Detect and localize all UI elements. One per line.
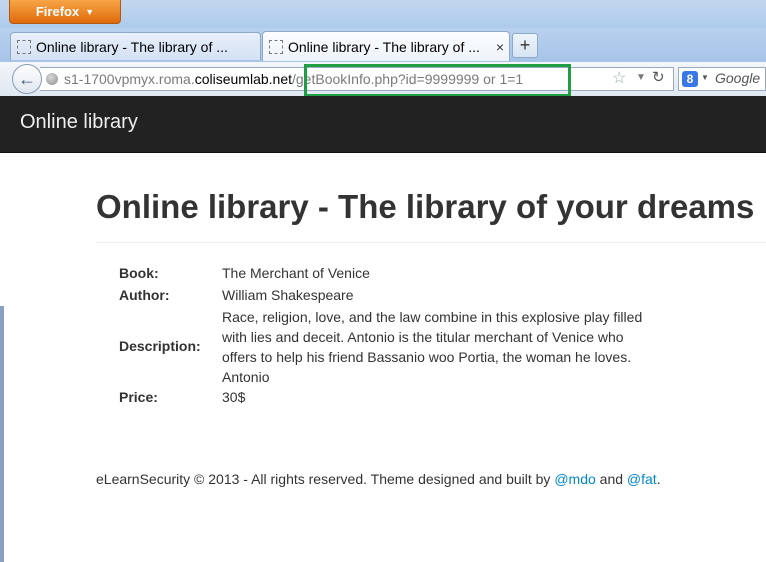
url-path-highlight bbox=[304, 64, 571, 97]
price-value: 30$ bbox=[222, 389, 246, 405]
mdo-link[interactable]: @mdo bbox=[554, 471, 595, 487]
tab-strip: Online library - The library of ... Onli… bbox=[0, 28, 766, 62]
book-value: The Merchant of Venice bbox=[222, 265, 370, 281]
search-engine-dropdown-icon[interactable]: ▼ bbox=[701, 73, 709, 82]
fat-link[interactable]: @fat bbox=[627, 471, 657, 487]
footer: eLearnSecurity © 2013 - All rights reser… bbox=[96, 471, 661, 487]
back-button[interactable]: ← bbox=[12, 64, 42, 94]
page-title: Online library - The library of your dre… bbox=[96, 188, 755, 225]
site-navbar: Online library bbox=[0, 96, 766, 153]
bookmark-star-icon[interactable]: ☆ bbox=[612, 68, 626, 88]
google-search-icon[interactable]: 8 bbox=[682, 71, 698, 87]
search-engine-placeholder: Google bbox=[715, 70, 761, 86]
globe-icon bbox=[46, 73, 58, 85]
search-bar[interactable]: 8 ▼ Google bbox=[678, 67, 766, 91]
tab-2[interactable]: Online library - The library of ... × bbox=[262, 31, 510, 61]
tab-1-title: Online library - The library of ... bbox=[36, 38, 228, 55]
new-tab-button[interactable]: + bbox=[512, 33, 538, 58]
reload-icon[interactable]: ↻ bbox=[652, 68, 665, 86]
firefox-menu-button[interactable]: Firefox ▼ bbox=[9, 0, 121, 24]
page-icon bbox=[269, 39, 283, 54]
footer-end: . bbox=[656, 471, 661, 487]
back-arrow-icon: ← bbox=[18, 68, 36, 89]
book-label: Book: bbox=[119, 265, 159, 281]
price-label: Price: bbox=[119, 389, 158, 405]
site-brand[interactable]: Online library bbox=[20, 111, 138, 134]
url-prefix: s1-1700vpmyx.roma. bbox=[64, 71, 195, 87]
window-edge bbox=[0, 306, 4, 562]
footer-and: and bbox=[595, 471, 627, 487]
description-value: Race, religion, love, and the law combin… bbox=[222, 309, 643, 385]
close-tab-icon[interactable]: × bbox=[491, 39, 509, 55]
history-dropdown-icon[interactable]: ▼ bbox=[636, 72, 646, 83]
description-label: Description: bbox=[119, 338, 201, 354]
author-label: Author: bbox=[119, 287, 170, 303]
author-value: William Shakespeare bbox=[222, 287, 354, 303]
footer-text: eLearnSecurity © 2013 - All rights reser… bbox=[96, 471, 555, 487]
page-icon bbox=[17, 39, 31, 54]
firefox-menu-label: Firefox bbox=[35, 4, 80, 19]
chevron-down-icon: ▼ bbox=[85, 6, 95, 17]
tab-2-title: Online library - The library of ... bbox=[288, 38, 480, 55]
url-domain: coliseumlab.net bbox=[194, 71, 292, 87]
title-bar: Firefox ▼ bbox=[0, 0, 766, 28]
divider bbox=[96, 242, 766, 243]
tab-1[interactable]: Online library - The library of ... bbox=[10, 32, 261, 60]
